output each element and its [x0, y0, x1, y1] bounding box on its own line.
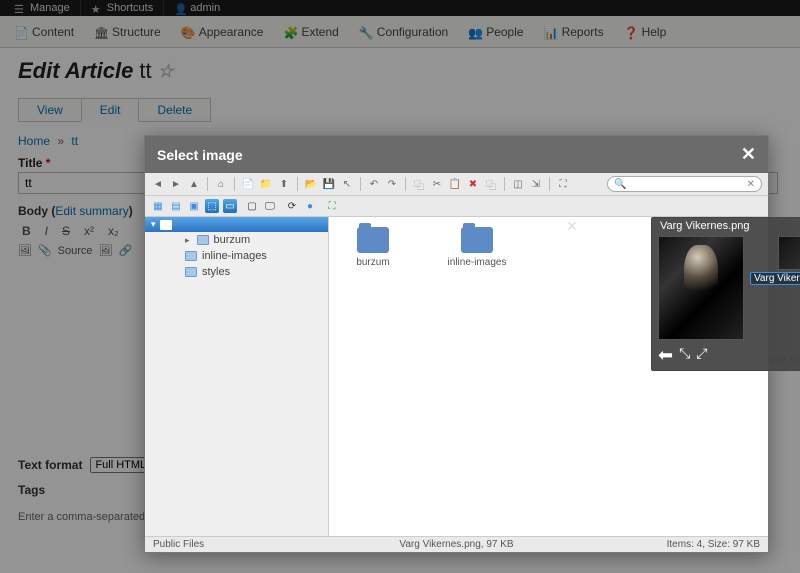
folder-icon [197, 235, 209, 245]
fullscreen-icon[interactable]: ⛶ [556, 177, 570, 191]
view-large-icons-icon[interactable]: ▦ [151, 199, 165, 213]
preview-close-button[interactable]: ✕ [566, 218, 578, 235]
folder-icon [185, 267, 197, 277]
selected-thumbnail[interactable]: Varg Vikernes.png [750, 236, 800, 340]
file-grid[interactable]: burzum inline-images ✕ Varg Vikernes.png… [329, 217, 768, 536]
tree-item-inline-images[interactable]: inline-images [145, 248, 328, 264]
thumbnail-image [778, 236, 800, 270]
modal-close-button[interactable]: ✕ [741, 144, 756, 165]
search-input[interactable] [627, 179, 747, 190]
cut-icon[interactable]: ✂ [430, 177, 444, 191]
forward-icon[interactable]: ► [169, 177, 183, 191]
folder-icon [185, 251, 197, 261]
crop-icon[interactable]: ◫ [511, 177, 525, 191]
zoom-in-icon[interactable]: ⤢ [696, 345, 707, 366]
clear-search-icon[interactable]: ✕ [747, 179, 755, 190]
new-file-icon[interactable]: 📄 [241, 177, 255, 191]
thumbnail-label: Varg Vikernes.png [754, 273, 800, 284]
select-icon[interactable]: ↖ [340, 177, 354, 191]
folder-icon [461, 227, 493, 253]
copy-icon[interactable]: ⿻ [412, 177, 426, 191]
prev-image-icon[interactable]: ⬅ [658, 345, 673, 366]
paste-icon[interactable]: 📋 [448, 177, 462, 191]
preview-filename: Varg Vikernes.png [652, 218, 800, 234]
folder-icon [357, 227, 389, 253]
undo-icon[interactable]: ↶ [367, 177, 381, 191]
select-image-modal: Select image ✕ ◄ ► ▲ ⌂ 📄 📁 ⬆ 📂 💾 ↖ ↶ ↷ ⿻… [144, 135, 769, 553]
view-list-icon[interactable]: ▣ [187, 199, 201, 213]
modal-title: Select image [157, 147, 243, 163]
redo-icon[interactable]: ↷ [385, 177, 399, 191]
settings-icon[interactable]: ● [303, 199, 317, 213]
modal-toolbar-1: ◄ ► ▲ ⌂ 📄 📁 ⬆ 📂 💾 ↖ ↶ ↷ ⿻ ✂ 📋 ✖ ⿻ ◫ ⇲ ⛶ … [145, 173, 768, 196]
home-icon[interactable]: ⌂ [214, 177, 228, 191]
open-icon[interactable]: 📂 [304, 177, 318, 191]
modal-body: ▾ ▸ burzum inline-images styles burzum [145, 217, 768, 536]
refresh-icon[interactable]: ⟳ [285, 199, 299, 213]
view-tree-icon[interactable]: ▭ [223, 199, 237, 213]
resize-icon[interactable]: ⇲ [529, 177, 543, 191]
up-icon[interactable]: ▲ [187, 177, 201, 191]
image-preview-popup: ✕ Varg Vikernes.png Varg Vikernes.png ⬅ … [651, 217, 800, 371]
modal-status-bar: Public Files Varg Vikernes.png, 97 KB It… [145, 536, 768, 552]
preview-nav: ⬅ ⤡ ⤢ [658, 345, 708, 366]
search-icon: 🔍 [614, 179, 626, 190]
save-icon[interactable]: 💾 [322, 177, 336, 191]
expand-icon[interactable]: ⛶ [325, 199, 339, 213]
folder-burzum[interactable]: burzum [343, 227, 403, 268]
status-mid: Varg Vikernes.png, 97 KB [399, 539, 513, 550]
tree-root[interactable]: ▾ [145, 217, 328, 232]
folder-tree: ▾ ▸ burzum inline-images styles [145, 217, 329, 536]
show-thumbs-icon[interactable]: ▢ [245, 199, 259, 213]
tree-item-burzum[interactable]: ▸ burzum [145, 232, 328, 248]
show-preview-icon[interactable]: 🖵 [263, 199, 277, 213]
new-folder-icon[interactable]: 📁 [259, 177, 273, 191]
tree-item-styles[interactable]: styles [145, 264, 328, 280]
zoom-out-icon[interactable]: ⤡ [679, 345, 690, 366]
view-details-icon[interactable]: ⬚ [205, 199, 219, 213]
modal-toolbar-2: ▦ ▤ ▣ ⬚ ▭ ▢ 🖵 ⟳ ● ⛶ [145, 196, 768, 217]
folder-icon [160, 220, 172, 230]
duplicate-icon[interactable]: ⿻ [484, 177, 498, 191]
view-medium-icons-icon[interactable]: ▤ [169, 199, 183, 213]
folder-inline-images[interactable]: inline-images [447, 227, 507, 268]
chevron-down-icon: ▾ [151, 219, 156, 230]
status-right: Items: 4, Size: 97 KB [667, 539, 760, 550]
modal-header: Select image ✕ [145, 136, 768, 173]
status-left: Public Files [153, 539, 204, 550]
search-box: 🔍 ✕ [607, 176, 762, 192]
upload-icon[interactable]: ⬆ [277, 177, 291, 191]
delete-icon[interactable]: ✖ [466, 177, 480, 191]
back-icon[interactable]: ◄ [151, 177, 165, 191]
preview-image [658, 236, 744, 340]
chevron-right-icon[interactable]: ▸ [185, 235, 190, 246]
